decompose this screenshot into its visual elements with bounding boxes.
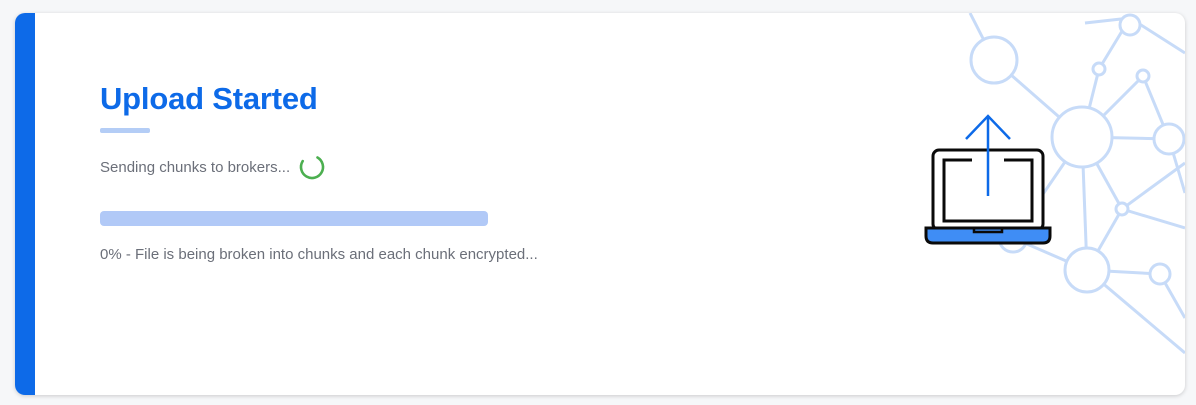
loading-spinner-icon xyxy=(299,154,325,180)
upload-status-card: Upload Started Sending chunks to brokers… xyxy=(15,13,1185,395)
upload-illustration xyxy=(924,13,1185,355)
progress-caption: 0% - File is being broken into chunks an… xyxy=(100,246,538,263)
status-line: Sending chunks to brokers... xyxy=(100,153,326,181)
status-text: Sending chunks to brokers... xyxy=(100,158,291,176)
title-underline xyxy=(100,128,150,133)
page-title: Upload Started xyxy=(100,81,318,116)
laptop-upload-icon xyxy=(924,114,1052,245)
card-accent-bar xyxy=(15,13,35,395)
upload-progress-bar xyxy=(100,211,488,226)
